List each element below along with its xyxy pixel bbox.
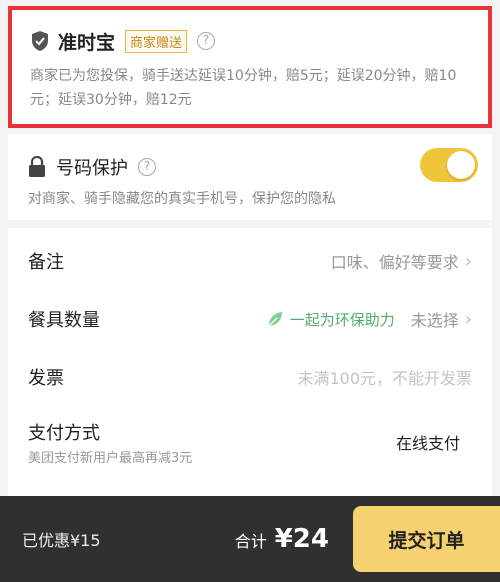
payment-label: 支付方式 bbox=[28, 422, 100, 444]
chevron-right-icon: › bbox=[464, 308, 472, 330]
shield-check-icon bbox=[32, 31, 48, 51]
eco-text: 一起为环保助力 bbox=[289, 310, 395, 329]
invoice-value: 未满100元，不能开发票 bbox=[297, 369, 472, 388]
submit-order-button[interactable]: 提交订单 bbox=[353, 506, 500, 572]
order-total: 合计 ¥24 bbox=[235, 524, 329, 554]
tableware-label: 餐具数量 bbox=[28, 310, 100, 331]
invoice-row: 发票 未满100元，不能开发票 bbox=[8, 352, 492, 402]
ontime-header: 准时宝 商家赠送 ? bbox=[30, 28, 474, 54]
saved-amount: 已优惠¥15 bbox=[22, 531, 101, 550]
tableware-row[interactable]: 餐具数量 一起为环保助力 未选择 › bbox=[8, 294, 492, 344]
merchant-gift-badge: 商家赠送 bbox=[125, 29, 188, 53]
protection-header: 号码保护 ? bbox=[28, 154, 478, 180]
total-amount: ¥24 bbox=[274, 524, 329, 554]
order-confirm-page: 准时宝 商家赠送 ? 商家已为您投保，骑手送达延误10分钟，赔5元；延误20分钟… bbox=[0, 0, 500, 582]
protection-toggle[interactable] bbox=[420, 148, 478, 182]
invoice-label: 发票 bbox=[28, 368, 64, 389]
protection-title: 号码保护 bbox=[56, 158, 128, 179]
remark-value: 口味、偏好等要求 bbox=[330, 253, 459, 272]
remark-label: 备注 bbox=[28, 252, 64, 273]
total-label: 合计 bbox=[234, 532, 267, 551]
payment-row[interactable]: 支付方式 美团支付新用户最高再减3元 在线支付 bbox=[8, 412, 492, 472]
help-icon[interactable]: ? bbox=[197, 32, 216, 50]
eco-hint: 一起为环保助力 bbox=[266, 309, 395, 330]
leaf-icon bbox=[268, 312, 282, 327]
order-options-list: 备注 口味、偏好等要求 › 餐具数量 一起为环保助力 未选择 › 发票 未满10… bbox=[8, 228, 492, 496]
payment-value: 在线支付 bbox=[395, 434, 460, 453]
ontime-title: 准时宝 bbox=[58, 31, 116, 54]
remark-row[interactable]: 备注 口味、偏好等要求 › bbox=[8, 236, 492, 286]
lock-icon bbox=[29, 156, 45, 177]
toggle-knob bbox=[447, 151, 475, 179]
help-icon[interactable]: ? bbox=[138, 158, 156, 176]
checkout-bar: 已优惠¥15 合计 ¥24 提交订单 bbox=[0, 496, 500, 582]
chevron-right-icon: › bbox=[464, 250, 472, 272]
ontime-insurance-card: 准时宝 商家赠送 ? 商家已为您投保，骑手送达延误10分钟，赔5元；延误20分钟… bbox=[8, 6, 492, 128]
protection-description: 对商家、骑手隐藏您的真实手机号，保护您的隐私 bbox=[28, 191, 336, 207]
tableware-value: 未选择 bbox=[410, 311, 459, 330]
number-protection-card: 号码保护 ? 对商家、骑手隐藏您的真实手机号，保护您的隐私 bbox=[8, 134, 492, 220]
payment-promo: 美团支付新用户最高再减3元 bbox=[28, 450, 193, 466]
ontime-description: 商家已为您投保，骑手送达延误10分钟，赔5元；延误20分钟，赔10元；延误30分… bbox=[30, 68, 457, 108]
